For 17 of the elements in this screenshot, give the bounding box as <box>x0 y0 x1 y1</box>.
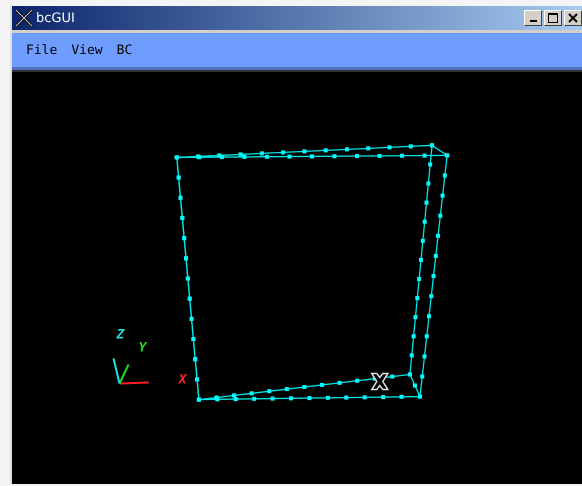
minimize-icon <box>530 20 536 22</box>
menu-item[interactable]: BC <box>112 42 142 58</box>
3d-viewport[interactable]: X Y Z <box>12 70 582 484</box>
maximize-icon <box>548 13 558 23</box>
x-logo-icon <box>14 8 34 28</box>
close-icon <box>568 13 578 23</box>
minimize-button[interactable] <box>524 10 542 26</box>
menu-item[interactable]: View <box>67 42 113 58</box>
menu-item[interactable]: File <box>22 42 68 58</box>
axis-triad-drawing <box>112 358 149 385</box>
axis-label: Z <box>116 327 124 342</box>
window-title: bcGUI <box>36 10 76 26</box>
axis-label: X <box>178 372 187 388</box>
axis-label: Y <box>138 340 146 356</box>
cursor-icon <box>370 372 390 390</box>
maximize-button[interactable] <box>544 10 562 26</box>
close-button[interactable] <box>564 10 582 26</box>
